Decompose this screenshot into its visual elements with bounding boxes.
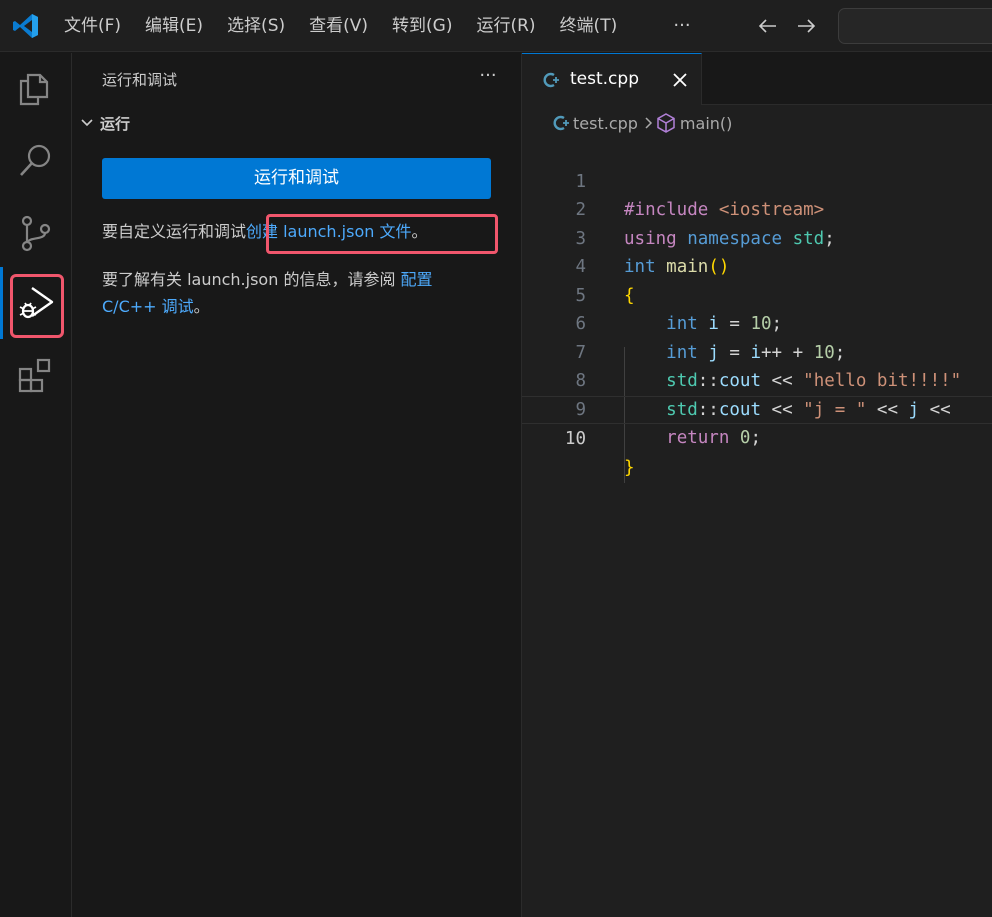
method-symbol-icon [657,113,675,133]
activity-search[interactable] [0,125,72,197]
line-number: 10 [564,429,586,449]
sidebar-title: 运行和调试 [102,71,178,89]
run-debug-highlight-box [10,274,64,338]
close-icon[interactable] [666,66,694,94]
cpp-debugging-link[interactable]: C/C++ 调试 [102,297,194,316]
code-line[interactable]: 5 int i = 10; [522,253,992,335]
menu-bar: 文件(F) 编辑(E) 选择(S) 查看(V) 转到(G) 运行(R) 终端(T… [52,0,629,52]
command-center-search[interactable] [838,8,992,44]
code-line[interactable]: 7 std::cout << "hello bit!!!!" [522,310,992,392]
section-header-run[interactable]: 运行 [78,111,130,135]
vscode-logo-icon[interactable] [12,12,40,40]
source-control-icon [21,215,51,252]
activity-source-control[interactable] [0,197,72,269]
code-line[interactable]: 6 int j = i++ + 10; [522,282,992,363]
customize-text: 要自定义运行和调试 [102,222,247,241]
section-label: 运行 [100,114,131,133]
sidebar-more-icon[interactable]: ··· [474,65,502,89]
tab-test-cpp[interactable]: test.cpp [522,53,702,105]
editor-area: test.cpp test.cpp main() 1 #include <ios… [522,53,992,917]
chevron-right-icon [645,117,652,129]
breadcrumb: test.cpp main() [552,110,735,136]
arrow-right-icon[interactable] [792,12,820,40]
code-line[interactable]: 4 { [522,225,992,306]
code-editor[interactable]: 1 #include <iostream> 2 using namespace … [522,139,992,483]
chevron-down-icon [81,119,93,127]
menu-terminal[interactable]: 终端(T) [548,10,630,42]
menu-view[interactable]: 查看(V) [297,10,380,42]
learn-suffix: 。 [193,297,210,316]
code-line[interactable]: 3 int main() [522,196,992,278]
explorer-icon [19,73,49,106]
cpp-file-icon [543,72,559,88]
breadcrumb-symbol[interactable]: main() [680,114,732,133]
activity-bar [0,53,72,917]
code-line[interactable]: 2 using namespace std; [522,168,992,249]
activity-extensions[interactable] [0,339,72,411]
code-line-current[interactable]: 10 } [522,395,992,478]
menu-file[interactable]: 文件(F) [52,10,133,42]
code-line[interactable]: 1 #include <iostream> [522,139,992,221]
arrow-left-icon[interactable] [754,12,782,40]
extensions-icon [18,358,51,393]
menu-selection[interactable]: 选择(S) [215,10,297,42]
code-line[interactable]: 8 std::cout << "j = " << j << [522,339,992,420]
code-line[interactable]: 9 return 0; [522,367,992,449]
menu-edit[interactable]: 编辑(E) [133,10,215,42]
learn-paragraph-cont: C/C++ 调试。 [102,293,210,320]
code-token: 0 [739,428,751,448]
menu-run[interactable]: 运行(R) [464,10,547,42]
activity-explorer[interactable] [0,53,72,125]
code-token: return [666,428,740,448]
cpp-file-icon [553,115,569,131]
menu-more-icon[interactable]: ··· [668,12,696,40]
editor-tabs: test.cpp [522,53,992,105]
run-debug-sidebar: 运行和调试 ··· 运行 运行和调试 要自定义运行和调试创建 launch.js… [72,53,522,917]
search-icon [20,144,51,176]
menu-go[interactable]: 转到(G) [380,10,464,42]
run-and-debug-button[interactable]: 运行和调试 [102,158,491,199]
code-token: ; [750,428,762,448]
tab-label: test.cpp [570,69,639,89]
create-link-highlight-box [266,214,498,254]
configure-link[interactable]: 配置 [401,270,433,289]
learn-text: 要了解有关 launch.json 的信息，请参阅 [102,270,401,289]
code-token: } [624,457,635,478]
learn-paragraph: 要了解有关 launch.json 的信息，请参阅 配置 [102,266,433,293]
breadcrumb-file[interactable]: test.cpp [573,114,638,133]
title-bar: 文件(F) 编辑(E) 选择(S) 查看(V) 转到(G) 运行(R) 终端(T… [0,0,992,52]
